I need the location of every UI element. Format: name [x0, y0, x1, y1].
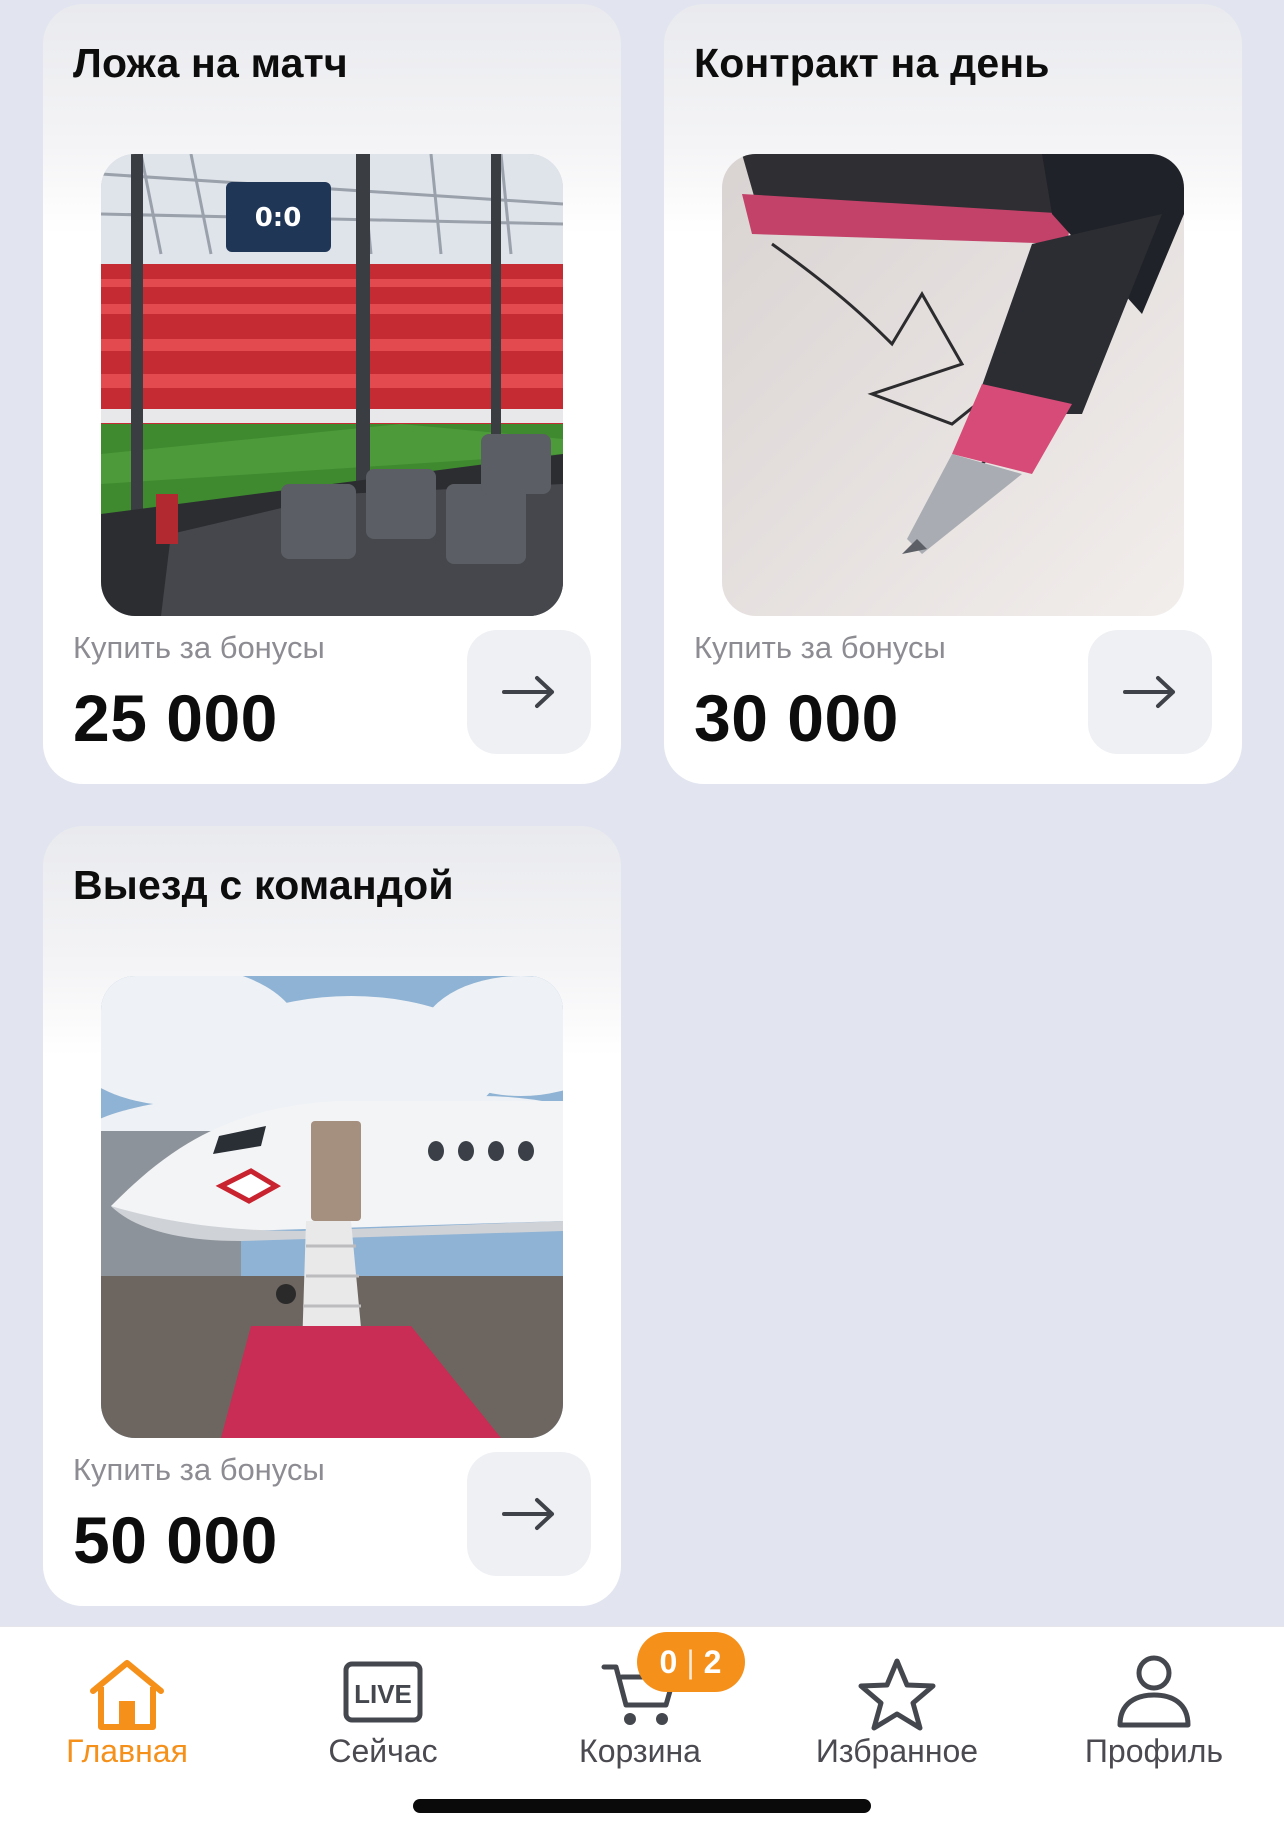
team-jet-image: [101, 976, 563, 1438]
open-offer-button[interactable]: [467, 630, 591, 754]
product-card-stadium-box[interactable]: Ложа на матч 0:0 Купить за бонусы 25 000: [43, 4, 621, 784]
open-offer-button[interactable]: [467, 1452, 591, 1576]
price-value: 50 000: [73, 1503, 278, 1577]
tab-favorites[interactable]: Избранное: [797, 1627, 997, 1777]
cart-badge-right: 2: [703, 1643, 723, 1680]
tab-label: Избранное: [815, 1733, 979, 1769]
arrow-right-icon: [1123, 676, 1175, 708]
home-icon: [90, 1660, 164, 1730]
product-card-contract[interactable]: Контракт на день Купить за бонусы 30 000: [664, 4, 1242, 784]
tab-profile[interactable]: Профиль: [1054, 1627, 1254, 1777]
price-value: 25 000: [73, 681, 278, 755]
price-value: 30 000: [694, 681, 899, 755]
open-offer-button[interactable]: [1088, 630, 1212, 754]
card-title: Выезд с командой: [73, 862, 454, 908]
card-title: Контракт на день: [694, 40, 1050, 86]
buy-for-bonuses-label: Купить за бонусы: [694, 630, 946, 665]
badge-separator: |: [686, 1643, 696, 1680]
home-indicator: [413, 1799, 871, 1813]
card-title: Ложа на матч: [73, 40, 348, 86]
live-icon-text: LIVE: [354, 1679, 412, 1709]
buy-for-bonuses-label: Купить за бонусы: [73, 1452, 325, 1487]
tab-label: Главная: [66, 1733, 188, 1769]
arrow-right-icon: [502, 676, 554, 708]
arrow-right-icon: [502, 1498, 554, 1530]
product-card-team-trip[interactable]: Выезд с командой Купить за бонусы 50 000: [43, 826, 621, 1606]
profile-icon: [1117, 1655, 1191, 1728]
tab-label: Корзина: [579, 1733, 701, 1769]
tab-label: Сейчас: [328, 1733, 438, 1769]
star-icon: [858, 1658, 936, 1731]
buy-for-bonuses-label: Купить за бонусы: [73, 630, 325, 665]
live-icon: LIVE: [343, 1661, 423, 1723]
cart-badge-left: 0: [659, 1643, 679, 1680]
cart-count-badge: 0 | 2: [637, 1632, 745, 1692]
fountain-pen-image: [722, 154, 1184, 616]
tab-home[interactable]: Главная: [27, 1627, 227, 1777]
tab-live[interactable]: LIVE Сейчас: [283, 1627, 483, 1777]
scoreboard-text: 0:0: [255, 203, 302, 233]
tab-label: Профиль: [1084, 1733, 1224, 1769]
stadium-box-image: 0:0: [101, 154, 563, 616]
